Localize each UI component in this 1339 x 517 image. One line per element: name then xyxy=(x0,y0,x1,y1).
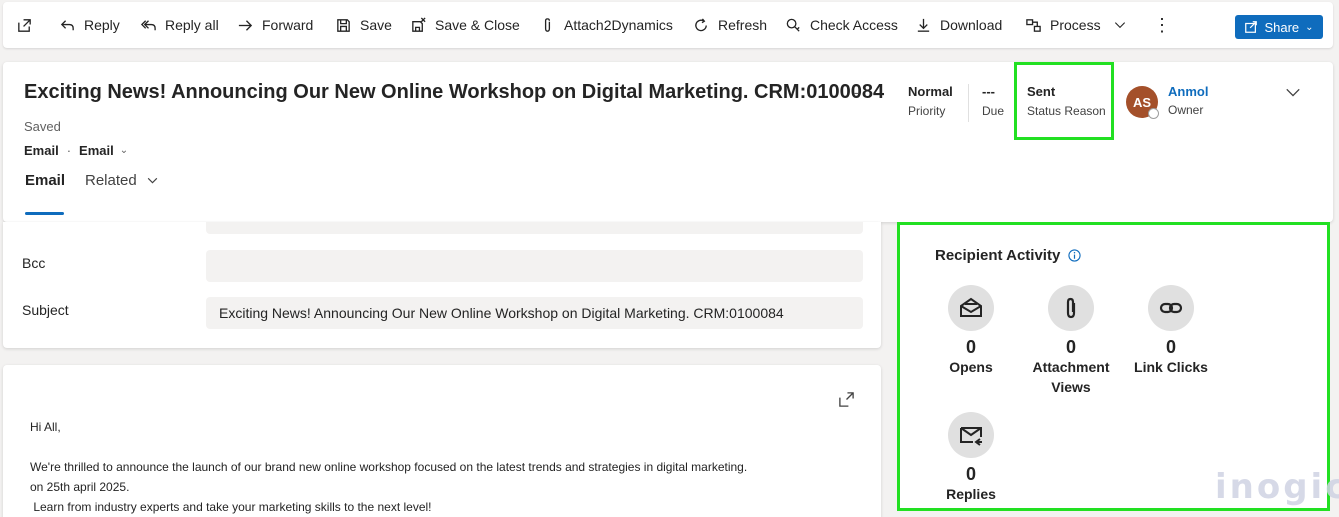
owner-label: Owner xyxy=(1168,103,1204,117)
status-label: Status Reason xyxy=(1027,104,1106,118)
save-icon xyxy=(337,18,350,32)
metric-value: 0 xyxy=(965,464,976,484)
activity-title: Recipient Activity xyxy=(935,247,1081,264)
info-icon[interactable] xyxy=(1068,249,1081,262)
refresh-icon xyxy=(695,17,707,31)
metric-value: 0 xyxy=(1165,337,1176,357)
body-line: Hi All, xyxy=(30,420,61,434)
open-envelope-icon xyxy=(948,285,994,331)
check-access-button[interactable]: Check Access xyxy=(785,2,898,48)
subject-label: Subject xyxy=(22,302,69,318)
bcc-field[interactable] xyxy=(206,250,863,282)
forward-button[interactable]: Forward xyxy=(237,2,313,48)
metric-label: Attachment Views xyxy=(1032,359,1110,395)
reply-all-label: Reply all xyxy=(165,17,219,33)
entity-name: Email xyxy=(24,143,59,158)
metric-opens: 0 Opens xyxy=(916,285,1026,377)
refresh-button[interactable]: Refresh xyxy=(693,2,767,48)
attach2dynamics-button[interactable]: Attach2Dynamics xyxy=(539,2,673,48)
priority-value: Normal xyxy=(908,84,953,99)
subject-field[interactable]: Exciting News! Announcing Our New Online… xyxy=(206,297,863,329)
title-suffix: - xyxy=(854,84,859,100)
share-button[interactable]: Share ⌄ xyxy=(1235,15,1323,39)
tab-related-label: Related xyxy=(85,172,137,189)
expand-icon[interactable] xyxy=(838,391,855,408)
attachment-icon xyxy=(1048,285,1094,331)
process-button[interactable]: Process xyxy=(1025,2,1135,48)
metric-attachment-views: 0 Attachment Views xyxy=(1016,285,1126,397)
save-close-button[interactable]: Save & Close xyxy=(410,2,520,48)
divider xyxy=(968,84,969,122)
email-fields-section: Bcc Subject Exciting News! Announcing Ou… xyxy=(3,222,881,348)
save-close-icon xyxy=(412,16,426,32)
share-label: Share xyxy=(1264,19,1300,35)
process-icon xyxy=(1026,18,1041,32)
priority-field: Normal Priority xyxy=(908,84,953,118)
email-body-section: Hi All, We're thrilled to announce the l… xyxy=(3,365,881,517)
body-line: We're thrilled to announce the launch of… xyxy=(30,460,748,474)
metric-value: 0 xyxy=(1065,337,1076,357)
status-field: Sent Status Reason xyxy=(1027,84,1106,118)
due-field: --- Due xyxy=(982,84,1004,118)
forward-label: Forward xyxy=(262,17,314,33)
body-line: on 25th april 2025. xyxy=(30,480,130,494)
check-access-label: Check Access xyxy=(810,17,898,33)
tab-email[interactable]: Email xyxy=(25,172,65,189)
chevron-down-icon: ⌄ xyxy=(119,145,129,156)
reply-button[interactable]: Reply xyxy=(59,2,120,48)
attach2dynamics-label: Attach2Dynamics xyxy=(564,17,673,33)
reply-icon xyxy=(60,19,74,30)
process-label: Process xyxy=(1050,17,1101,33)
cc-field-partial[interactable] xyxy=(206,222,863,234)
download-icon xyxy=(917,18,930,32)
chevron-down-icon xyxy=(147,177,157,184)
due-label: Due xyxy=(982,104,1005,118)
metric-replies: 0 Replies xyxy=(916,412,1026,504)
tab-related[interactable]: Related xyxy=(85,172,159,189)
reply-envelope-icon xyxy=(948,412,994,458)
reply-all-icon xyxy=(140,19,156,30)
form-selector[interactable]: Email · Email ⌄ xyxy=(24,143,128,158)
body-line: Learn from industry experts and take you… xyxy=(30,500,432,514)
page-title: Exciting News! Announcing Our New Online… xyxy=(24,81,885,103)
metric-link-clicks: 0 Link Clicks xyxy=(1116,285,1226,377)
chevron-down-icon xyxy=(1114,22,1125,29)
download-button[interactable]: Download xyxy=(915,2,1002,48)
metric-value: 0 xyxy=(965,337,976,357)
chevron-down-icon: ⌄ xyxy=(1305,21,1314,33)
reply-label: Reply xyxy=(84,17,120,33)
reply-all-button[interactable]: Reply all xyxy=(140,2,219,48)
presence-status-icon xyxy=(1148,108,1159,119)
inogic-watermark-logo: inogic xyxy=(1215,467,1339,507)
form-name: Email xyxy=(79,143,114,158)
metric-label: Link Clicks xyxy=(1134,359,1208,375)
check-access-icon xyxy=(786,18,800,32)
metric-label: Opens xyxy=(949,359,993,375)
download-label: Download xyxy=(940,17,1003,33)
save-status: Saved xyxy=(24,119,61,134)
save-label: Save xyxy=(360,17,392,33)
priority-label: Priority xyxy=(908,104,946,118)
activity-title-text: Recipient Activity xyxy=(935,247,1061,264)
expand-header-chevron-icon[interactable] xyxy=(1285,84,1301,100)
owner-name-link[interactable]: Anmol xyxy=(1168,84,1208,99)
record-header: Exciting News! Announcing Our New Online… xyxy=(3,62,1333,222)
more-commands-icon[interactable]: ⋮ xyxy=(1153,2,1171,48)
popout-icon xyxy=(18,18,31,32)
command-bar: Reply Reply all Forward Save Save & Clos… xyxy=(3,2,1333,48)
due-value: --- xyxy=(982,84,995,99)
status-value: Sent xyxy=(1027,84,1056,99)
forward-icon xyxy=(238,19,253,31)
save-close-label: Save & Close xyxy=(435,17,520,33)
bcc-label: Bcc xyxy=(22,255,46,271)
paperclip-icon xyxy=(544,17,551,32)
popout-button[interactable] xyxy=(16,2,41,48)
metric-label: Replies xyxy=(946,486,996,502)
active-tab-indicator xyxy=(25,212,64,215)
link-icon xyxy=(1148,285,1194,331)
save-button[interactable]: Save xyxy=(335,2,392,48)
refresh-label: Refresh xyxy=(718,17,768,33)
share-icon xyxy=(1245,21,1258,33)
